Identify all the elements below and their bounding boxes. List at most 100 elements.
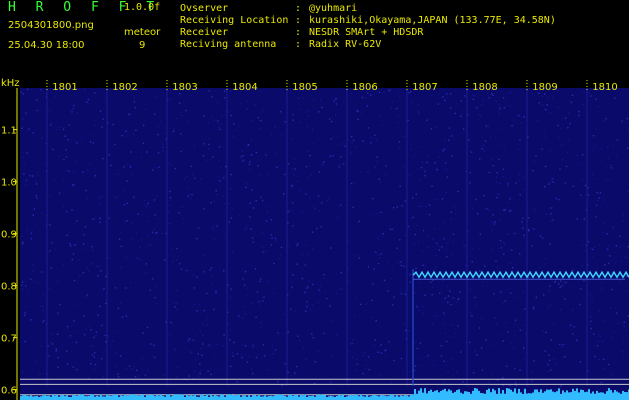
noise-dot	[154, 297, 156, 299]
noise-dot	[292, 274, 294, 276]
noise-dot	[521, 221, 523, 223]
noise-dot	[460, 100, 462, 102]
noise-dot	[310, 174, 313, 176]
noise-dot	[82, 171, 84, 173]
noise-dot	[426, 235, 428, 238]
noise-dot	[290, 281, 292, 284]
noise-dot	[222, 345, 225, 347]
noise-dot	[202, 155, 205, 157]
noise-dot	[351, 141, 353, 144]
noise-dot	[427, 246, 430, 249]
noise-dot	[57, 356, 59, 359]
noise-dot	[603, 119, 605, 122]
noise-dot	[21, 284, 23, 286]
noise-dot	[356, 363, 358, 365]
noise-dot	[496, 323, 498, 325]
info-value: NESDR SMArt + HDSDR	[309, 27, 424, 38]
noise-dot	[151, 231, 154, 233]
noise-dot	[37, 282, 40, 284]
noise-dot	[442, 150, 444, 152]
power-bar	[332, 396, 334, 400]
noise-dot	[351, 343, 353, 345]
noise-dot	[615, 306, 617, 309]
noise-dot	[599, 335, 601, 338]
noise-dot	[335, 292, 338, 295]
noise-dot	[475, 198, 477, 201]
noise-dot	[365, 364, 368, 367]
noise-dot	[251, 302, 253, 305]
power-bar	[324, 395, 326, 400]
power-bar	[254, 394, 256, 400]
power-bar	[362, 396, 364, 400]
noise-dot	[503, 253, 505, 255]
noise-dot	[418, 112, 420, 115]
noise-dot	[95, 284, 97, 287]
noise-dot	[499, 107, 501, 110]
power-bar	[612, 392, 614, 400]
noise-dot	[551, 178, 554, 180]
noise-dot	[23, 173, 25, 175]
noise-dot	[488, 97, 490, 99]
power-bar	[248, 395, 250, 400]
noise-dot	[367, 356, 370, 358]
noise-dot	[73, 184, 75, 186]
noise-dot	[294, 373, 296, 375]
noise-dot	[102, 158, 104, 160]
noise-dot	[291, 184, 293, 187]
power-bar	[522, 394, 524, 400]
noise-dot	[216, 175, 218, 177]
noise-dot	[413, 243, 416, 246]
power-bar	[364, 396, 366, 400]
noise-dot	[223, 202, 226, 205]
noise-dot	[39, 305, 42, 308]
power-bar	[340, 395, 342, 400]
noise-dot	[434, 266, 437, 268]
noise-dot	[455, 311, 457, 313]
power-bar	[384, 395, 386, 400]
noise-dot	[549, 149, 551, 151]
noise-dot	[527, 217, 530, 219]
noise-dot	[202, 323, 204, 325]
noise-dot	[360, 303, 362, 305]
noise-dot	[240, 353, 243, 355]
noise-dot	[90, 363, 92, 365]
power-bar	[552, 391, 554, 400]
noise-dot	[362, 372, 364, 375]
noise-dot	[231, 251, 233, 253]
noise-dot	[372, 213, 375, 216]
noise-dot	[385, 355, 387, 358]
noise-dot	[446, 285, 449, 287]
noise-dot	[341, 143, 343, 145]
power-bar	[76, 395, 78, 400]
noise-dot	[339, 288, 341, 291]
power-bar	[88, 395, 90, 400]
noise-dot	[176, 117, 178, 120]
noise-dot	[239, 102, 241, 104]
noise-dot	[92, 218, 94, 220]
noise-dot	[543, 130, 545, 132]
noise-dot	[538, 102, 540, 104]
noise-dot	[374, 134, 376, 136]
noise-dot	[548, 207, 551, 209]
noise-dot	[329, 306, 332, 308]
noise-dot	[150, 244, 152, 247]
noise-dot	[453, 205, 456, 207]
noise-dot	[273, 352, 275, 355]
noise-dot	[391, 382, 393, 384]
noise-dot	[519, 369, 521, 371]
power-bar	[478, 390, 480, 400]
noise-dot	[210, 373, 212, 376]
noise-dot	[273, 292, 275, 295]
noise-dot	[236, 381, 239, 383]
noise-dot	[614, 262, 617, 264]
noise-dot	[442, 96, 444, 98]
noise-dot	[225, 165, 227, 168]
noise-dot	[377, 236, 379, 239]
noise-dot	[82, 243, 85, 245]
noise-dot	[229, 299, 232, 301]
noise-dot	[408, 92, 410, 94]
power-bar	[356, 394, 358, 400]
noise-dot	[62, 263, 65, 266]
noise-dot	[358, 220, 360, 222]
noise-dot	[605, 179, 607, 182]
